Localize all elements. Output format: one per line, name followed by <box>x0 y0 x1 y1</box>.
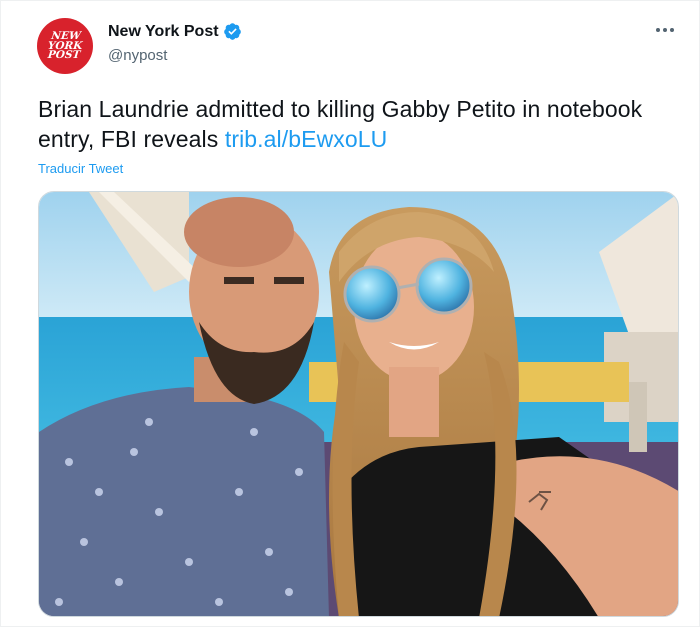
translate-tweet-link[interactable]: Traducir Tweet <box>38 161 123 176</box>
tweet-link[interactable]: trib.al/bEwxoLU <box>225 126 388 152</box>
photo-illustration <box>39 192 678 616</box>
tweet-text: Brian Laundrie admitted to killing Gabby… <box>38 94 658 154</box>
display-name[interactable]: New York Post <box>108 23 219 41</box>
author-name-row: New York Post <box>108 22 242 41</box>
verified-badge-icon <box>223 23 241 40</box>
author-handle[interactable]: @nypost <box>108 47 167 64</box>
avatar-logo: NEW YORK POST <box>47 29 83 61</box>
avatar[interactable]: NEW YORK POST <box>37 18 93 74</box>
tweet-photo[interactable] <box>38 191 679 617</box>
tweet-card: NEW YORK POST New York Post @nypost Brian … <box>0 0 700 627</box>
more-options-icon[interactable] <box>653 23 677 37</box>
